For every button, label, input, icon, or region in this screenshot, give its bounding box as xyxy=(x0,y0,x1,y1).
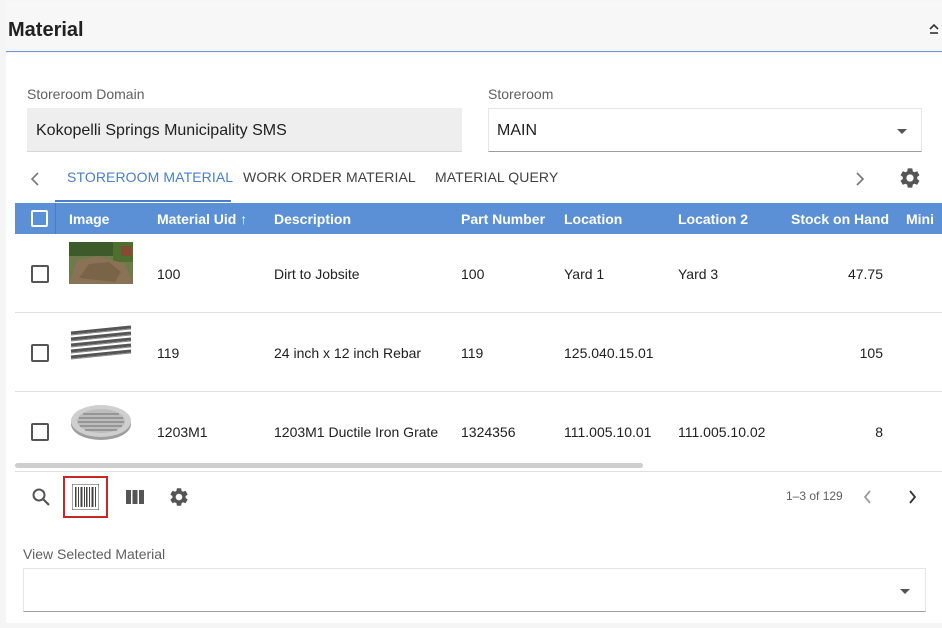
cell-material-uid: 119 xyxy=(157,345,180,361)
col-material-uid-label: Material Uid xyxy=(157,211,237,227)
cell-material-uid: 100 xyxy=(157,266,181,282)
tab-storeroom-material[interactable]: STOREROOM MATERIAL xyxy=(67,169,233,185)
cell-location: Yard 1 xyxy=(564,266,605,282)
material-panel: Material Storeroom Domain Kokopelli Spri… xyxy=(0,0,942,628)
tab-active-indicator xyxy=(55,200,231,202)
cell-location: 125.040.15.01 xyxy=(564,345,654,361)
storeroom-domain-value: Kokopelli Springs Municipality SMS xyxy=(36,122,287,139)
collapse-icon[interactable] xyxy=(928,22,940,36)
storeroom-label: Storeroom xyxy=(488,86,554,102)
cell-stock-on-hand: 47.75 xyxy=(847,266,883,282)
panel-content: Storeroom Domain Kokopelli Springs Munic… xyxy=(6,53,942,623)
cell-description: 1203M1 Ductile Iron Grate xyxy=(274,424,439,440)
settings-gear-icon[interactable] xyxy=(898,166,922,190)
panel-header: Material xyxy=(6,2,942,52)
col-stock-on-hand[interactable]: Stock on Hand xyxy=(791,211,889,227)
col-location-2[interactable]: Location 2 xyxy=(678,211,748,227)
chevron-down-icon xyxy=(900,589,910,594)
view-selected-material-select[interactable] xyxy=(23,568,926,612)
table-header: Image Material Uid ↑ Description Part Nu… xyxy=(15,203,942,234)
storeroom-domain-field: Kokopelli Springs Municipality SMS xyxy=(27,108,462,152)
cell-part-number: 119 xyxy=(461,345,484,361)
table-row[interactable]: 100 Dirt to Jobsite 100 Yard 1 Yard 3 47… xyxy=(15,234,942,313)
panel-title: Material xyxy=(8,19,84,41)
cell-location-2: 111.005.10.02 xyxy=(678,424,766,440)
select-all-checkbox[interactable] xyxy=(31,210,48,227)
cell-location: 111.005.10.01 xyxy=(564,424,652,440)
tab-work-order-material[interactable]: WORK ORDER MATERIAL xyxy=(243,169,416,185)
cell-material-uid: 1203M1 xyxy=(157,424,208,440)
row-checkbox[interactable] xyxy=(31,344,49,362)
rebar-photo-thumbnail[interactable] xyxy=(69,321,133,363)
table-row[interactable]: 119 24 inch x 12 inch Rebar 119 125.040.… xyxy=(15,313,942,392)
col-minimum[interactable]: Mini xyxy=(906,211,934,227)
barcode-icon xyxy=(72,484,99,510)
col-part-number[interactable]: Part Number xyxy=(461,211,545,227)
col-material-uid[interactable]: Material Uid ↑ xyxy=(157,211,247,227)
tab-material-query[interactable]: MATERIAL QUERY xyxy=(435,169,558,185)
storeroom-select[interactable]: MAIN xyxy=(488,108,922,152)
col-image[interactable]: Image xyxy=(69,211,109,227)
gear-icon[interactable] xyxy=(168,486,190,508)
col-description[interactable]: Description xyxy=(274,211,351,227)
tab-scroll-left-icon[interactable] xyxy=(30,171,40,187)
table-row[interactable]: 1203M1 1203M1 Ductile Iron Grate 1324356… xyxy=(15,392,942,469)
view-selected-material-label: View Selected Material xyxy=(23,546,166,562)
chevron-down-icon xyxy=(897,129,907,134)
dirt-photo-thumbnail[interactable] xyxy=(69,242,133,284)
previous-page-icon[interactable] xyxy=(863,490,873,504)
cell-part-number: 100 xyxy=(461,266,485,282)
next-page-icon[interactable] xyxy=(907,490,917,504)
horizontal-scrollbar[interactable] xyxy=(15,463,643,468)
cell-description: Dirt to Jobsite xyxy=(274,266,360,282)
material-table: Image Material Uid ↑ Description Part Nu… xyxy=(15,203,942,469)
tab-scroll-right-icon[interactable] xyxy=(855,171,865,187)
grate-photo-thumbnail[interactable] xyxy=(69,400,133,442)
pagination-range: 1–3 of 129 xyxy=(786,489,843,503)
cell-stock-on-hand: 105 xyxy=(859,345,883,361)
cell-description: 24 inch x 12 inch Rebar xyxy=(274,345,422,361)
cell-part-number: 1324356 xyxy=(461,424,516,440)
col-location[interactable]: Location xyxy=(564,211,622,227)
columns-icon[interactable] xyxy=(126,489,144,505)
tab-bar: STOREROOM MATERIAL WORK ORDER MATERIAL M… xyxy=(15,156,942,202)
sort-ascending-icon: ↑ xyxy=(240,211,248,227)
storeroom-domain-label: Storeroom Domain xyxy=(27,86,145,102)
cell-location-2: Yard 3 xyxy=(678,266,719,282)
row-checkbox[interactable] xyxy=(31,265,49,283)
search-icon[interactable] xyxy=(31,487,51,507)
barcode-button[interactable] xyxy=(63,476,108,518)
header-divider xyxy=(55,203,56,234)
cell-stock-on-hand: 8 xyxy=(875,424,883,440)
storeroom-value: MAIN xyxy=(497,122,537,139)
table-toolbar: 1–3 of 129 xyxy=(15,471,942,521)
row-checkbox[interactable] xyxy=(31,423,49,441)
